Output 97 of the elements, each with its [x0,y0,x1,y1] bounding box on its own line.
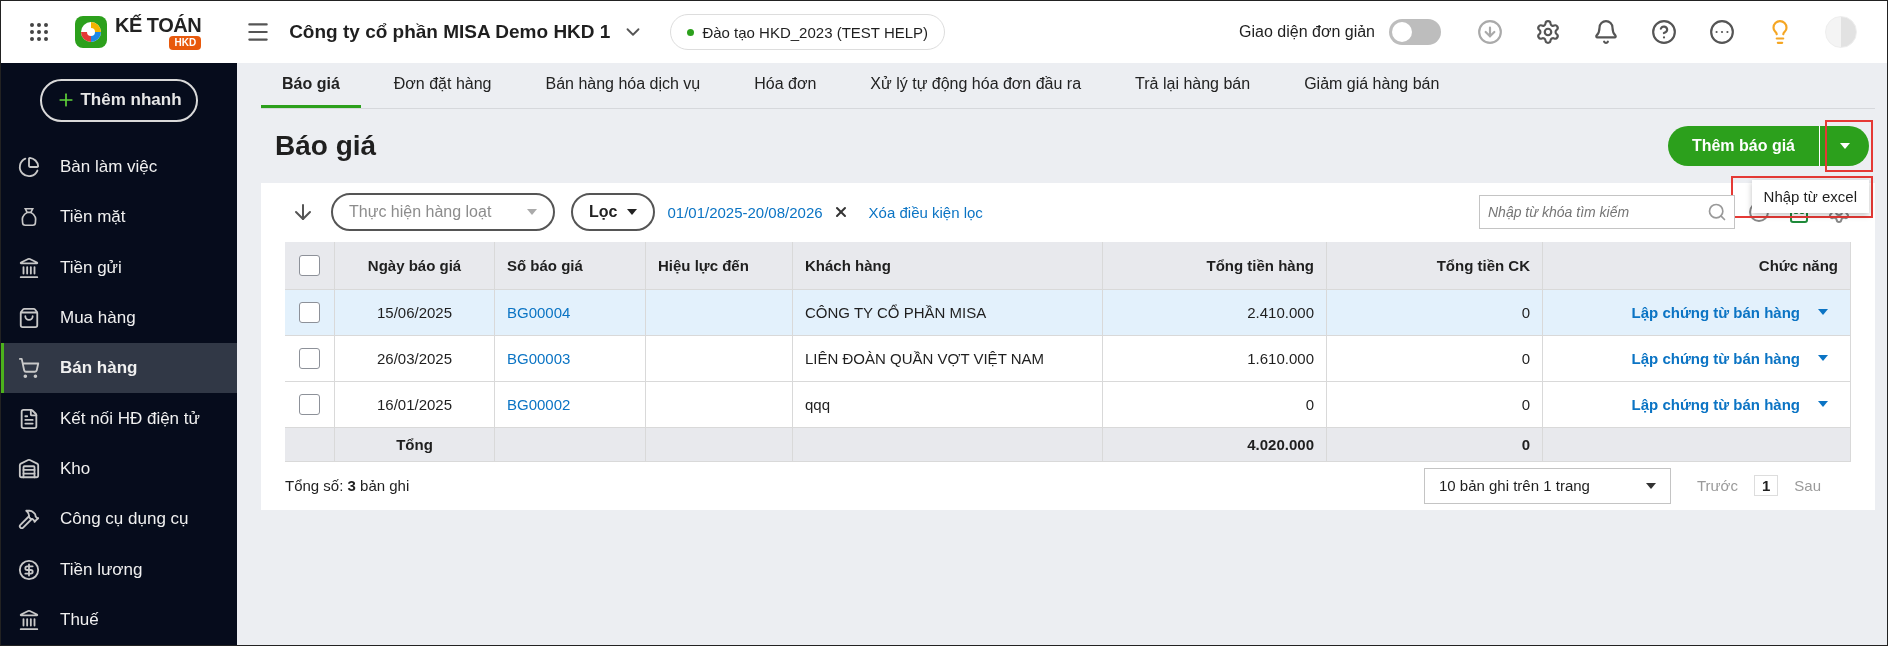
sidebar-item[interactable]: Tiền lương [1,544,237,595]
quote-number-link[interactable]: BG00004 [507,303,571,321]
tab[interactable]: Trả lại hàng bán [1114,63,1272,108]
table-cell: 0 [1327,335,1543,382]
bank-icon [18,608,40,631]
caret-icon[interactable] [1818,355,1828,362]
more-icon[interactable] [1709,19,1735,45]
tab[interactable]: Xử lý tự động hóa đơn đầu ra [849,63,1103,108]
cart-icon [18,357,40,380]
bank-icon [18,256,40,279]
sidebar-item[interactable]: Bàn làm việc [1,141,237,193]
filter-button[interactable]: Lọc [571,193,656,232]
record-count: Tổng số: 3 bản ghi [285,477,410,495]
caret-icon[interactable] [1818,309,1828,316]
settings-icon[interactable] [1535,19,1561,45]
help-icon[interactable] [1651,19,1677,45]
table-cell: 0 [1327,427,1543,462]
simple-mode-label: Giao diện đơn giản [1239,23,1375,41]
table-cell: 16/01/2025 [335,381,495,428]
apps-grid-icon[interactable] [27,20,51,44]
tab[interactable]: Giảm giá hàng bán [1283,63,1461,108]
simple-mode-toggle[interactable] [1389,19,1441,45]
table-cell: LIÊN ĐOÀN QUẦN VỢT VIỆT NAM [793,335,1103,382]
sidebar-item-label: Kết nối HĐ điện tử [60,408,200,429]
sidebar-item-label: Công cụ dụng cụ [60,509,189,530]
sidebar-item[interactable]: Thuế [1,594,237,645]
caret-icon[interactable] [1818,401,1828,408]
table-cell: Số báo giá [495,241,646,290]
tab[interactable]: Đơn đặt hàng [372,63,513,108]
sidebar-item-label: Kho [60,458,91,479]
table-cell: Tổng tiền hàng [1103,241,1327,290]
hammer-icon [18,508,40,531]
table-cell: Ngày báo giá [335,241,495,290]
sidebar-item[interactable]: Công cụ dụng cụ [1,494,237,545]
table-cell: qqq [793,381,1103,428]
page-size-select[interactable]: 10 bản ghi trên 1 trang [1423,467,1671,504]
table-cell: 0 [1327,289,1543,336]
table-cell: 0 [1327,381,1543,428]
company-name[interactable]: Công ty cổ phần MISA Demo HKD 1 [289,21,611,43]
create-voucher-link[interactable]: Lập chứng từ bán hàng [1631,303,1800,321]
brand-name: KẾ TOÁN [115,14,202,36]
table-cell: 0 [1103,381,1327,428]
page-number[interactable]: 1 [1753,475,1779,497]
tab[interactable]: Báo giá [261,63,361,108]
document-icon [18,407,40,430]
money-bag-icon [18,206,40,229]
menu-item[interactable]: Nhập từ excel [1751,180,1869,213]
dollar-coin-icon [18,558,40,581]
sidebar-item[interactable]: Bán hàng [1,343,237,394]
sidebar-item-label: Bàn làm việc [60,156,158,177]
tab[interactable]: Bán hàng hóa dịch vụ [524,63,722,108]
shopping-bag-icon [18,306,40,329]
sidebar-item-label: Bán hàng [60,358,138,379]
sidebar-item[interactable]: Tiền gửi [1,242,237,293]
checkbox[interactable] [299,254,320,276]
table-cell: 26/03/2025 [335,335,495,382]
sidebar-item-label: Tiền mặt [60,207,126,228]
brand-badge: HKD [169,36,202,50]
table-cell: Hiệu lực đến [646,241,793,290]
table-cell: Tổng tiền CK [1327,241,1543,290]
add-options-button[interactable] [1819,126,1869,166]
table-cell: 1.610.000 [1103,335,1327,382]
checkbox[interactable] [299,347,320,369]
tab[interactable]: Hóa đơn [733,63,838,108]
table-cell: Chức năng [1543,241,1851,290]
sidebar-item-label: Mua hàng [60,307,136,328]
table-cell: 2.410.000 [1103,289,1327,336]
sidebar-item-label: Tiền lương [60,559,143,580]
warehouse-icon [18,457,40,480]
sidebar-item-label: Tiền gửi [60,257,122,278]
checkbox[interactable] [299,393,320,415]
date-range-link[interactable]: 01/01/2025-20/08/2026 [667,203,823,221]
caret-icon [1839,143,1850,149]
sidebar-item[interactable]: Kho [1,443,237,495]
pie-chart-icon [18,155,40,178]
sidebar-item[interactable]: Tiền mặt [1,192,237,243]
highlight-frame [1825,120,1873,172]
page-title: Báo giá [274,130,377,162]
checkbox[interactable] [299,301,320,323]
bell-icon[interactable] [1593,19,1619,45]
search-icon[interactable] [1707,202,1727,223]
quick-add-button[interactable]: Thêm nhanh [40,79,198,122]
table-cell: 4.020.000 [1103,427,1327,462]
quote-number-link[interactable]: BG00002 [507,395,571,413]
sidebar-item[interactable]: Kết nối HĐ điện tử [1,393,237,444]
logo-icon [75,16,107,48]
clear-filter-link[interactable]: Xóa điều kiện lọc [868,203,983,221]
sidebar-item[interactable]: Mua hàng [1,292,237,344]
table-cell: Tổng [335,427,495,462]
table-cell: CÔNG TY CỔ PHẦN MISA [793,289,1103,336]
create-voucher-link[interactable]: Lập chứng từ bán hàng [1631,395,1800,413]
quote-number-link[interactable]: BG00003 [507,349,571,367]
search-field[interactable]: Nhập từ khóa tìm kiếm [1479,195,1735,230]
table-cell: Khách hàng [793,241,1103,290]
table-cell: 15/06/2025 [335,289,495,336]
create-voucher-link[interactable]: Lập chứng từ bán hàng [1631,349,1800,367]
sidebar-item-label: Thuế [60,609,99,630]
